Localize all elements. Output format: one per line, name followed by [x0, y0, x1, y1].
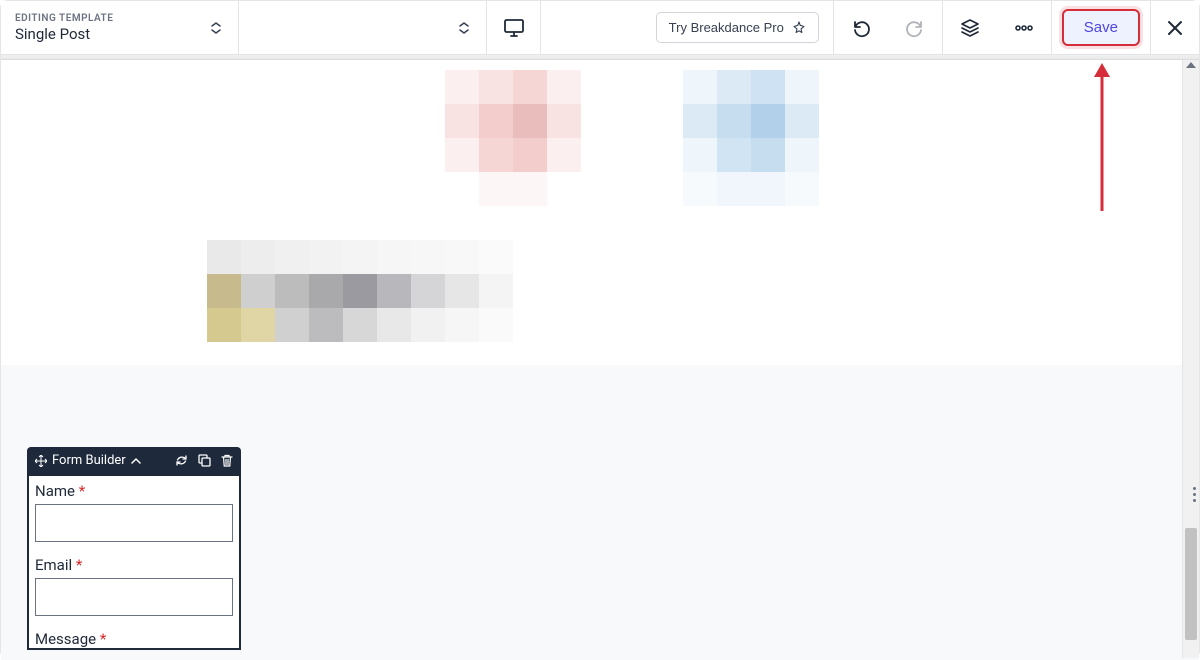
try-pro-button[interactable]: Try Breakdance Pro [656, 12, 819, 43]
editing-template-label: EDITING TEMPLATE [15, 13, 113, 24]
save-button[interactable]: Save [1062, 9, 1140, 46]
save-section: Save [1052, 1, 1151, 54]
duplicate-icon[interactable] [198, 454, 211, 467]
form-body: Name * Email * Message * [27, 474, 241, 650]
layers-icon [960, 18, 980, 38]
widget-title-text: Form Builder [52, 453, 126, 468]
canvas-area[interactable] [1, 60, 1199, 365]
name-input[interactable] [35, 504, 233, 542]
desktop-icon [504, 19, 524, 37]
lower-panel: Form Builder Name * Email * Message * [1, 365, 1199, 660]
toolbar-spacer: Try Breakdance Pro [541, 1, 834, 54]
more-icon [1014, 25, 1034, 31]
undo-icon [851, 18, 871, 38]
chevron-up-icon[interactable] [131, 457, 141, 465]
field-email-label: Email * [35, 556, 233, 574]
redo-button [888, 18, 942, 38]
sparkle-icon [792, 21, 806, 35]
template-name: Single Post [15, 25, 90, 43]
field-message-label: Message * [35, 630, 233, 648]
more-button[interactable] [997, 25, 1051, 31]
scroll-thumb[interactable] [1185, 528, 1197, 640]
top-toolbar: EDITING TEMPLATE Single Post Try Breakda… [1, 1, 1199, 55]
redo-icon [905, 18, 925, 38]
widget-move-icon [35, 455, 47, 467]
template-selector[interactable]: EDITING TEMPLATE Single Post [1, 1, 239, 54]
layers-button[interactable] [943, 18, 997, 38]
widget-header[interactable]: Form Builder [27, 447, 241, 474]
try-pro-label: Try Breakdance Pro [669, 20, 784, 35]
template-chevron-icon[interactable] [208, 20, 224, 36]
side-handle-icon[interactable] [1189, 487, 1199, 502]
breadcrumb-selector[interactable] [239, 1, 487, 54]
close-icon [1167, 20, 1183, 36]
refresh-icon[interactable] [175, 454, 188, 467]
device-preview-button[interactable] [487, 1, 541, 54]
email-input[interactable] [35, 578, 233, 616]
undo-redo-group [834, 1, 943, 54]
undo-button[interactable] [834, 18, 888, 38]
close-button[interactable] [1151, 1, 1199, 54]
scroll-up-arrow-icon[interactable] [1186, 62, 1196, 68]
delete-icon[interactable] [221, 454, 233, 467]
pixelated-content [207, 70, 1125, 342]
field-name-label: Name * [35, 482, 233, 500]
layers-more-group [943, 1, 1052, 54]
form-builder-widget[interactable]: Form Builder Name * Email * Message * [27, 447, 241, 650]
breadcrumb-chevron-icon[interactable] [456, 20, 472, 36]
vertical-scrollbar[interactable] [1182, 60, 1199, 658]
